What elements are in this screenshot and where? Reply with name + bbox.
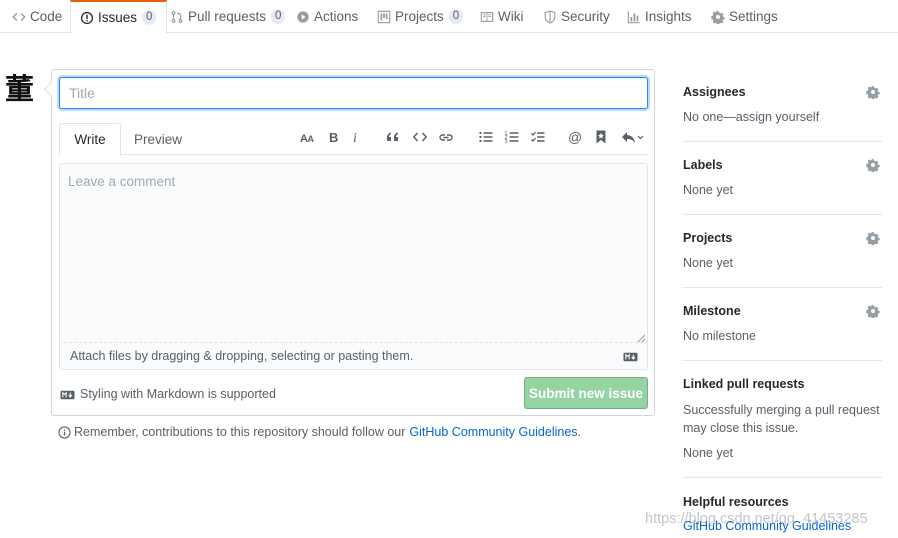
graph-icon [627, 10, 641, 24]
unordered-list-icon[interactable] [476, 127, 496, 147]
issue-title-input[interactable] [59, 77, 648, 109]
gear-icon[interactable] [866, 304, 882, 320]
linked-prs-line2: may close this issue. [683, 421, 799, 435]
tab-label: Settings [729, 9, 778, 24]
tab-insights[interactable]: Insights [627, 0, 692, 33]
task-list-icon[interactable] [528, 127, 548, 147]
tab-write[interactable]: Write [59, 123, 121, 156]
milestone-heading[interactable]: Milestone [683, 304, 882, 318]
resize-handle-icon[interactable] [637, 331, 646, 343]
gear-icon [711, 9, 725, 24]
new-issue-form: Write Preview AA B i 123 @ Attach files … [44, 69, 655, 416]
bookmark-icon[interactable] [591, 127, 611, 147]
play-icon [296, 10, 310, 24]
pull-requests-counter: 0 [271, 9, 286, 24]
tab-code[interactable]: Code [12, 0, 62, 33]
guidelines-text: Remember, contributions to this reposito… [74, 425, 406, 439]
linked-pull-requests-section: Linked pull requests Successfully mergin… [683, 377, 882, 478]
attach-files-bar[interactable]: Attach files by dragging & dropping, sel… [59, 343, 648, 370]
tab-preview[interactable]: Preview [127, 123, 189, 156]
labels-value: None yet [683, 183, 734, 197]
git-pull-request-icon [170, 10, 184, 24]
project-icon [377, 10, 391, 24]
gear-icon[interactable] [866, 231, 882, 247]
svg-text:i: i [353, 131, 357, 145]
issue-opened-icon [80, 11, 94, 25]
tab-issues[interactable]: Issues 0 [70, 0, 168, 34]
tab-security[interactable]: Security [543, 0, 610, 33]
gear-icon[interactable] [866, 85, 882, 101]
tab-label: Wiki [498, 9, 524, 24]
issues-counter: 0 [142, 10, 157, 25]
italic-icon[interactable]: i [346, 127, 366, 147]
labels-section: Labels None yet [683, 158, 882, 215]
tab-actions[interactable]: Actions [296, 0, 358, 33]
markdown-supported-note[interactable]: Styling with Markdown is supported [60, 387, 276, 401]
tab-pull-requests[interactable]: Pull requests 0 [170, 0, 286, 33]
tab-settings[interactable]: Settings [711, 0, 778, 33]
text-size-icon[interactable]: AA [298, 127, 318, 147]
svg-text:@: @ [568, 129, 582, 145]
helpful-resources-heading: Helpful resources [683, 495, 789, 509]
svg-text:3: 3 [505, 139, 508, 145]
tab-label: Code [30, 9, 63, 24]
tab-label: Pull requests [188, 9, 267, 24]
projects-value: None yet [683, 256, 734, 270]
markdown-icon [623, 351, 638, 362]
shield-icon [543, 9, 557, 24]
tab-label: Security [561, 9, 610, 24]
ordered-list-icon[interactable]: 123 [502, 127, 522, 147]
guidelines-trailing: . [577, 425, 582, 439]
mention-icon[interactable]: @ [565, 127, 585, 147]
comment-textarea[interactable] [59, 163, 648, 343]
submit-new-issue-button[interactable]: Submit new issue [524, 377, 648, 409]
avatar[interactable]: 董 [5, 72, 35, 106]
link-icon[interactable] [436, 127, 456, 147]
markdown-note-text: Styling with Markdown is supported [80, 387, 276, 401]
svg-text:B: B [329, 130, 338, 145]
markdown-icon [60, 389, 75, 400]
code-icon [12, 10, 26, 24]
reply-icon[interactable] [618, 127, 646, 147]
tab-label: Projects [395, 9, 444, 24]
tab-projects[interactable]: Projects 0 [377, 0, 464, 33]
milestone-value: No milestone [683, 329, 756, 343]
linked-prs-heading: Linked pull requests [683, 377, 805, 391]
book-icon [480, 10, 494, 24]
community-guidelines-link[interactable]: GitHub Community Guidelines [409, 425, 577, 439]
tab-wiki[interactable]: Wiki [480, 0, 524, 33]
watermark: https://blog.csdn.net/qq_41453285 [645, 511, 868, 527]
bold-icon[interactable]: B [324, 127, 344, 147]
linked-prs-line1: Successfully merging a pull request [683, 403, 880, 417]
assignees-value[interactable]: No one—assign yourself [683, 110, 882, 124]
contribution-guidelines-note: Remember, contributions to this reposito… [58, 425, 581, 439]
info-icon [58, 425, 71, 439]
quote-icon[interactable] [383, 127, 403, 147]
projects-counter: 0 [448, 9, 464, 24]
projects-heading[interactable]: Projects [683, 231, 882, 245]
tab-label: Issues [98, 10, 138, 25]
linked-prs-value: None yet [683, 446, 734, 460]
assignees-heading[interactable]: Assignees [683, 85, 882, 99]
tab-label: Insights [645, 9, 692, 24]
svg-text:A: A [308, 134, 315, 144]
projects-section: Projects None yet [683, 231, 882, 288]
milestone-section: Milestone No milestone [683, 304, 882, 361]
code-icon[interactable] [410, 127, 430, 147]
tab-label: Actions [314, 9, 359, 24]
attach-files-text: Attach files by dragging & dropping, sel… [70, 349, 414, 363]
assignees-section: Assignees No one—assign yourself [683, 85, 882, 142]
labels-heading[interactable]: Labels [683, 158, 882, 172]
gear-icon[interactable] [866, 158, 882, 174]
repo-nav: Code Issues 0 Pull requests 0 Actions Pr… [0, 0, 898, 34]
